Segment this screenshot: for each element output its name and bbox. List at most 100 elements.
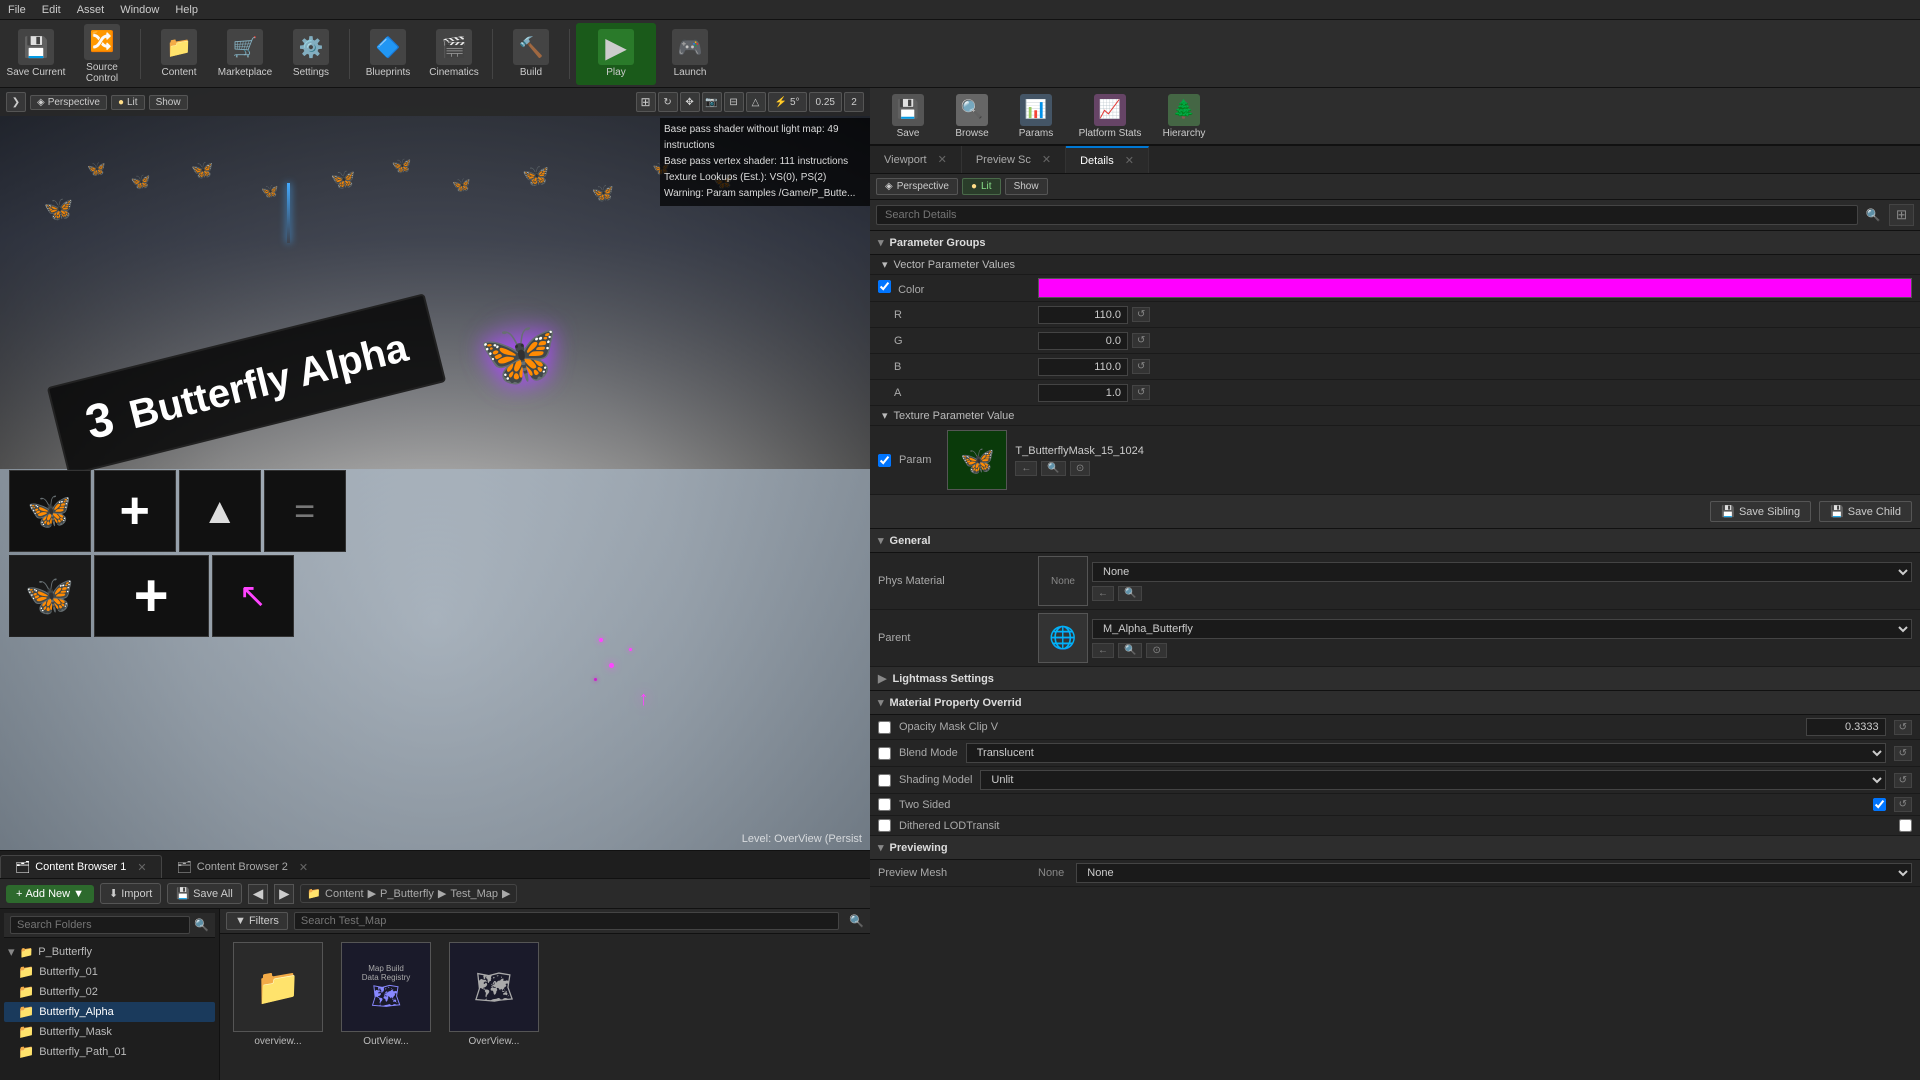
previewing-section[interactable]: ▾ Previewing	[870, 836, 1920, 860]
texture-param-subsection[interactable]: ▾ Texture Parameter Value	[870, 406, 1920, 426]
material-property-section[interactable]: ▾ Material Property Overrid	[870, 691, 1920, 715]
dithered-lod-value-checkbox[interactable]	[1899, 819, 1912, 832]
r-input[interactable]	[1038, 306, 1128, 324]
vector-param-subsection[interactable]: ▾ Vector Parameter Values	[870, 255, 1920, 275]
scale-value[interactable]: 0.25	[809, 92, 842, 112]
phys-material-dropdown[interactable]: None	[1092, 562, 1912, 582]
folder-butterfly-alpha[interactable]: 📁 Butterfly_Alpha	[4, 1002, 215, 1022]
rotate-icon-btn[interactable]: ↻	[658, 92, 678, 112]
b-input[interactable]	[1038, 358, 1128, 376]
shading-model-checkbox[interactable]	[878, 774, 891, 787]
parent-search-btn[interactable]: 🔍	[1118, 643, 1142, 658]
opacity-mask-input[interactable]	[1806, 718, 1886, 736]
folder-butterfly-mask[interactable]: 📁 Butterfly_Mask	[4, 1022, 215, 1042]
save-child-button[interactable]: 💾 Save Child	[1819, 501, 1912, 522]
a-reset-button[interactable]: ↺	[1132, 385, 1150, 400]
parent-thumb[interactable]: 🌐	[1038, 613, 1088, 663]
two-sided-value-checkbox[interactable]	[1873, 798, 1886, 811]
build-button[interactable]: 🔨 Build	[499, 23, 563, 85]
menu-window[interactable]: Window	[120, 4, 159, 16]
grid-icon-btn[interactable]: ⊞	[636, 92, 656, 112]
cb-tab-2-close[interactable]: ✕	[299, 861, 308, 874]
show-tab[interactable]: Show	[1005, 178, 1048, 195]
breadcrumb-p-butterfly[interactable]: P_Butterfly	[380, 888, 434, 900]
parent-reset-btn[interactable]: ←	[1092, 643, 1114, 658]
general-section[interactable]: ▾ General	[870, 529, 1920, 553]
phys-material-thumb[interactable]: None	[1038, 556, 1088, 606]
r-reset-button[interactable]: ↺	[1132, 307, 1150, 322]
filters-button[interactable]: ▼ Filters	[226, 912, 288, 930]
cb-tab-2[interactable]: 🗂 Content Browser 2 ✕	[162, 855, 324, 878]
texture-arrow-btn[interactable]: ←	[1015, 461, 1037, 476]
folder-butterfly-02[interactable]: 📁 Butterfly_02	[4, 982, 215, 1002]
asset-folder[interactable]: 📁 overview...	[228, 942, 328, 1047]
color-swatch[interactable]	[1038, 278, 1912, 298]
phys-search-btn[interactable]: 🔍	[1118, 586, 1142, 601]
lit-tab[interactable]: ● Lit	[962, 178, 1001, 195]
add-new-button[interactable]: + Add New ▼	[6, 885, 94, 903]
lightmass-section[interactable]: ▶ Lightmass Settings	[870, 667, 1920, 691]
tab-preview-sc-close[interactable]: ✕	[1042, 153, 1051, 166]
menu-file[interactable]: File	[8, 4, 26, 16]
cb-tab-1[interactable]: 🗂 Content Browser 1 ✕	[0, 855, 162, 878]
marketplace-button[interactable]: 🛒 Marketplace	[213, 23, 277, 85]
asset-map-build[interactable]: Map Build Data Registry 🗺 OutView...	[336, 942, 436, 1047]
shading-model-reset-btn[interactable]: ↺	[1894, 773, 1912, 788]
snap-value[interactable]: ⚡ 5°	[768, 92, 807, 112]
texture-thumb[interactable]: 🦋	[947, 430, 1007, 490]
g-input[interactable]	[1038, 332, 1128, 350]
cinematics-button[interactable]: 🎬 Cinematics	[422, 23, 486, 85]
folder-p-butterfly[interactable]: ▾ 📁 P_Butterfly	[4, 942, 215, 962]
save-sibling-button[interactable]: 💾 Save Sibling	[1710, 501, 1811, 522]
ue-params-button[interactable]: 📊 Params	[1006, 89, 1066, 143]
cb-tab-1-close[interactable]: ✕	[137, 861, 146, 874]
shading-model-dropdown[interactable]: Unlit	[980, 770, 1885, 790]
source-control-button[interactable]: 🔀 Source Control	[70, 23, 134, 85]
blend-mode-checkbox[interactable]	[878, 747, 891, 760]
opacity-reset-btn[interactable]: ↺	[1894, 720, 1912, 735]
texture-search-btn[interactable]: 🔍	[1041, 461, 1065, 476]
import-button[interactable]: ⬇ Import	[100, 883, 161, 904]
details-search-input[interactable]	[876, 205, 1858, 225]
parent-dropdown[interactable]: M_Alpha_Butterfly	[1092, 619, 1912, 639]
perspective-button[interactable]: ◈ Perspective	[30, 95, 107, 110]
lit-button[interactable]: ● Lit	[111, 95, 145, 110]
preview-mesh-dropdown[interactable]: None	[1076, 863, 1912, 883]
launch-button[interactable]: 🎮 Launch	[658, 23, 722, 85]
menu-edit[interactable]: Edit	[42, 4, 61, 16]
settings-button[interactable]: ⚙️ Settings	[279, 23, 343, 85]
perspective-tab[interactable]: ◈ Perspective	[876, 178, 958, 195]
two-sided-reset-btn[interactable]: ↺	[1894, 797, 1912, 812]
blend-mode-reset-btn[interactable]: ↺	[1894, 746, 1912, 761]
texture-browse-btn[interactable]: ⊙	[1070, 461, 1090, 476]
phys-reset-btn[interactable]: ←	[1092, 586, 1114, 601]
dithered-lod-checkbox[interactable]	[878, 819, 891, 832]
angle-btn[interactable]: △	[746, 92, 766, 112]
viewport-toggle-btn[interactable]: ❯	[6, 92, 26, 112]
breadcrumb-test-map[interactable]: Test_Map	[450, 888, 498, 900]
num-btn[interactable]: 2	[844, 92, 864, 112]
grid-toggle-btn[interactable]: ⊟	[724, 92, 744, 112]
nav-forward-button[interactable]: ▶	[274, 884, 294, 904]
details-panel[interactable]: 🔍 ⊞ ▾ Parameter Groups ▾ Vector Paramete…	[870, 200, 1920, 1080]
parameter-groups-section[interactable]: ▾ Parameter Groups	[870, 231, 1920, 255]
g-reset-button[interactable]: ↺	[1132, 333, 1150, 348]
ue-save-button[interactable]: 💾 Save	[878, 89, 938, 143]
opacity-mask-checkbox[interactable]	[878, 721, 891, 734]
details-grid-icon[interactable]: ⊞	[1889, 204, 1914, 226]
folder-butterfly-path[interactable]: 📁 Butterfly_Path_01	[4, 1042, 215, 1062]
blend-mode-dropdown[interactable]: Translucent	[966, 743, 1886, 763]
ue-platform-stats-button[interactable]: 📈 Platform Stats	[1070, 89, 1150, 143]
move-icon-btn[interactable]: ✥	[680, 92, 700, 112]
show-button[interactable]: Show	[149, 95, 188, 110]
ue-browse-button[interactable]: 🔍 Browse	[942, 89, 1002, 143]
folder-butterfly-01[interactable]: 📁 Butterfly_01	[4, 962, 215, 982]
two-sided-checkbox[interactable]	[878, 798, 891, 811]
folders-search-input[interactable]	[10, 916, 190, 934]
menu-help[interactable]: Help	[175, 4, 198, 16]
tab-details[interactable]: Details ✕	[1066, 146, 1149, 173]
save-all-button[interactable]: 💾 Save All	[167, 883, 241, 904]
content-search-input[interactable]	[294, 912, 839, 930]
ue-hierarchy-button[interactable]: 🌲 Hierarchy	[1154, 89, 1214, 143]
viewport[interactable]: 🦋 🦋 🦋 🦋 🦋 🦋 🦋 🦋 🦋 🦋 🦋 🦋 Base pass shader…	[0, 88, 870, 850]
